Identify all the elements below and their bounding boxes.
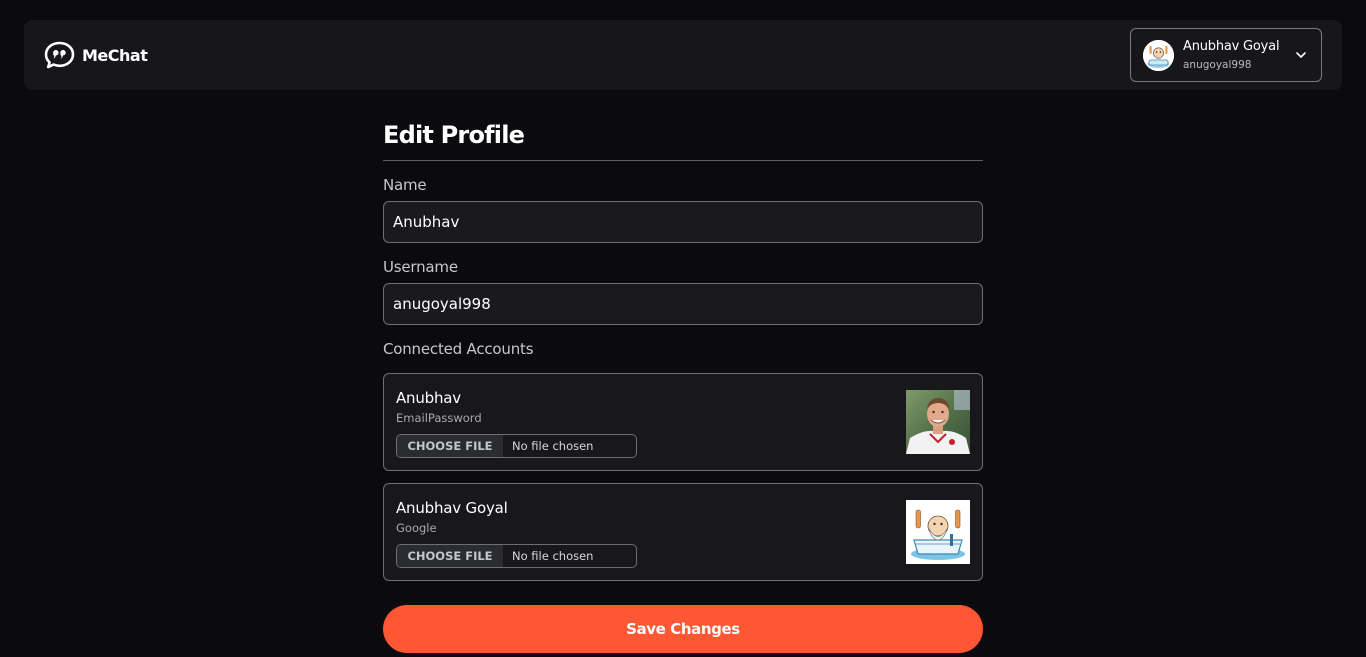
account-provider: Google: [396, 521, 437, 535]
chat-quote-icon: [44, 41, 75, 69]
choose-file-button[interactable]: CHOOSE FILE: [397, 545, 503, 567]
name-input[interactable]: [383, 201, 983, 243]
save-changes-button[interactable]: Save Changes: [383, 605, 983, 653]
cartoon-avatar: [906, 500, 970, 564]
app-header: MeChat Anubhav Goyal anugoyal998: [24, 20, 1342, 90]
account-name: Anubhav: [396, 389, 461, 407]
user-handle: anugoyal998: [1183, 59, 1252, 71]
chevron-down-icon: [1296, 52, 1306, 58]
file-status: No file chosen: [512, 439, 594, 453]
file-status: No file chosen: [512, 549, 594, 563]
account-provider: EmailPassword: [396, 411, 482, 425]
edit-profile-form: Edit Profile Name Username Connected Acc…: [383, 118, 983, 653]
file-upload-input[interactable]: CHOOSE FILE No file chosen: [396, 434, 637, 458]
file-upload-input[interactable]: CHOOSE FILE No file chosen: [396, 544, 637, 568]
account-card-google: Anubhav Goyal Google CHOOSE FILE No file…: [383, 483, 983, 581]
user-avatar-icon: [1143, 40, 1174, 71]
brand[interactable]: MeChat: [44, 41, 148, 69]
account-card-email: Anubhav EmailPassword CHOOSE FILE No fil…: [383, 373, 983, 471]
profile-photo: [906, 390, 970, 454]
connected-accounts-label: Connected Accounts: [383, 340, 534, 358]
account-name: Anubhav Goyal: [396, 499, 508, 517]
username-input[interactable]: [383, 283, 983, 325]
name-label: Name: [383, 176, 427, 194]
brand-name: MeChat: [82, 45, 148, 65]
choose-file-button[interactable]: CHOOSE FILE: [397, 435, 503, 457]
username-label: Username: [383, 258, 458, 276]
title-divider: [383, 160, 983, 161]
user-menu-button[interactable]: Anubhav Goyal anugoyal998: [1130, 28, 1322, 82]
page-title: Edit Profile: [383, 121, 525, 149]
user-display-name: Anubhav Goyal: [1183, 39, 1280, 54]
